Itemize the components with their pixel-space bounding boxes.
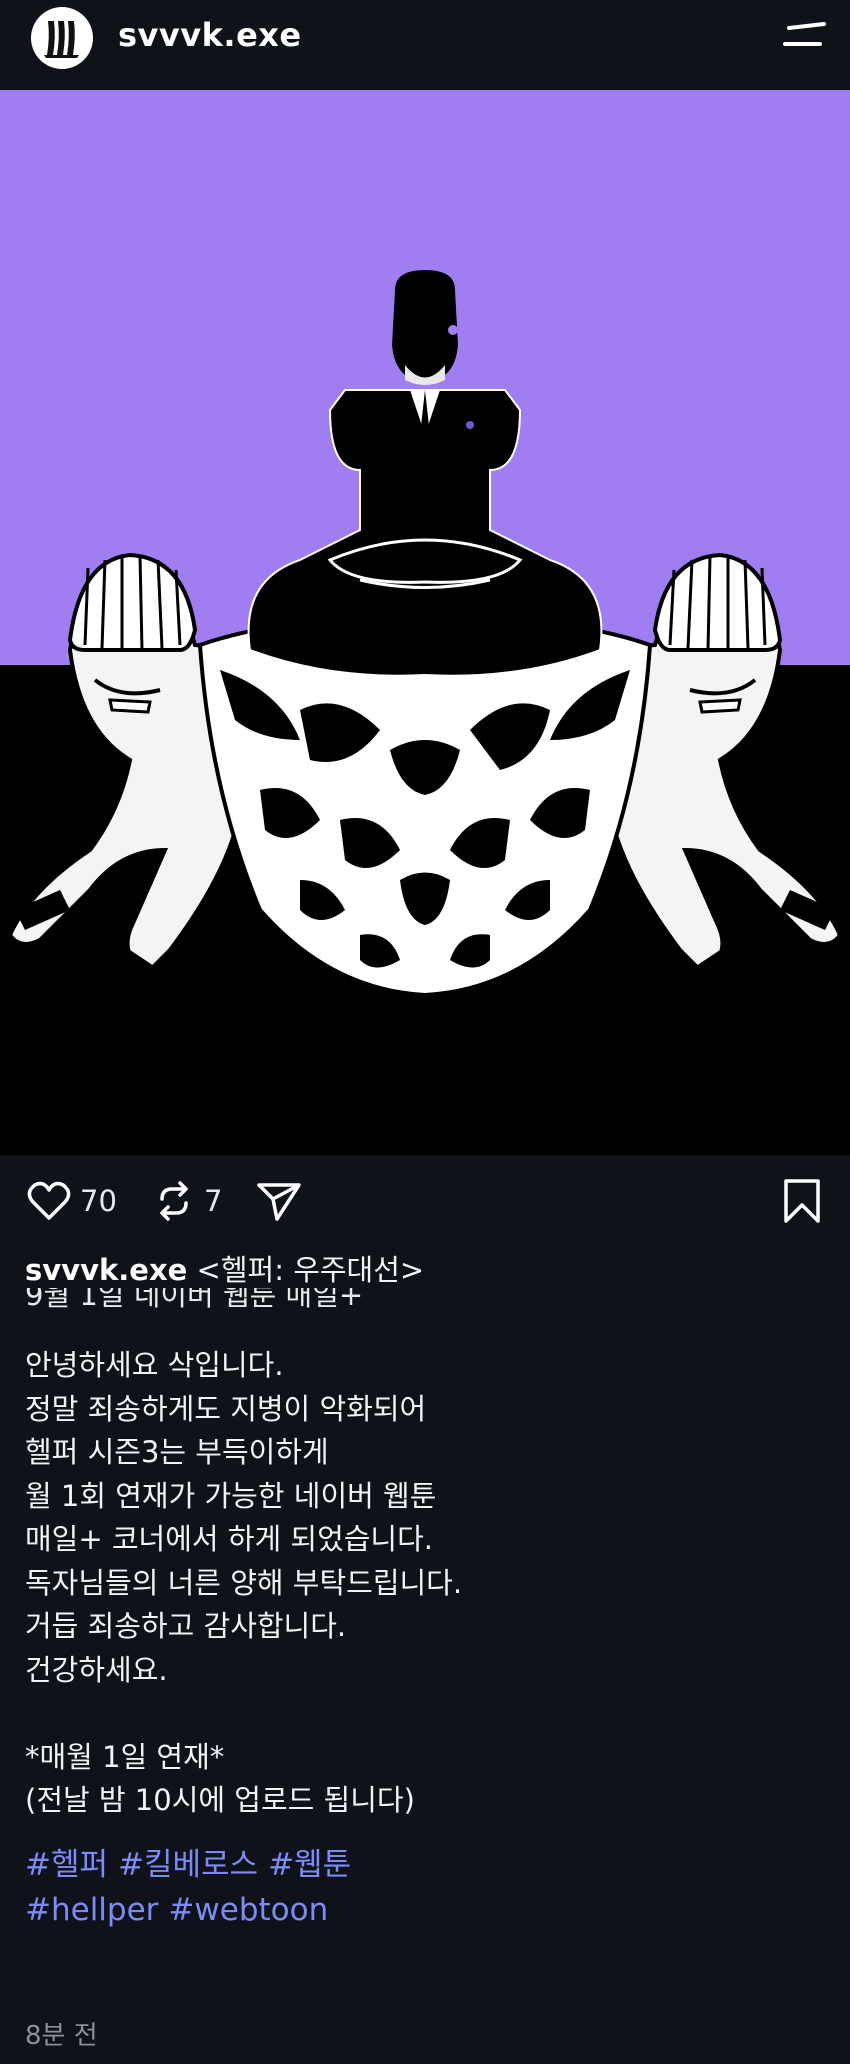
hashtag-link[interactable]: #킬베로스 — [118, 1847, 258, 1883]
like-button[interactable]: 70 — [26, 1170, 117, 1232]
menu-button[interactable] — [780, 18, 830, 58]
caption-title: <헬퍼: 우주대선> — [196, 1253, 425, 1287]
heart-icon — [27, 1181, 71, 1220]
caption-header: svvvk.exe <헬퍼: 우주대선> — [25, 1250, 825, 1290]
bookmark-button[interactable] — [780, 1170, 824, 1232]
hashtag-row: #hellper #webtoon — [25, 1888, 825, 1933]
caption-line: 정말 죄송하게도 지병이 악화되어 — [25, 1391, 427, 1426]
bookmark-icon — [784, 1179, 820, 1223]
avatar[interactable] — [31, 7, 93, 69]
schedule-line: (전날 밤 10시에 업로드 됩니다) — [25, 1783, 415, 1817]
hashtag-link[interactable]: #webtoon — [168, 1892, 328, 1928]
repost-button[interactable]: 7 — [152, 1170, 222, 1232]
hashtag-link[interactable]: #hellper — [25, 1892, 158, 1928]
hashtag-link[interactable]: #웹툰 — [268, 1847, 351, 1883]
schedule-line: *매월 1일 연재* — [25, 1739, 225, 1774]
hashtag-link[interactable]: #헬퍼 — [25, 1847, 108, 1883]
repost-count: 7 — [204, 1184, 223, 1218]
post-caption: svvvk.exe <헬퍼: 우주대선> 9월 1일 네이버 웹툰 매일+ 안녕… — [25, 1250, 825, 1933]
share-button[interactable] — [255, 1170, 303, 1232]
repost-icon — [160, 1181, 188, 1221]
caption-line: 거듭 죄송하고 감사합니다. — [25, 1609, 347, 1643]
post-timestamp: 8분 전 — [25, 2021, 98, 2051]
caption-username[interactable]: svvvk.exe — [25, 1253, 187, 1287]
caption-subtitle: 9월 1일 네이버 웹툰 매일+ — [25, 1288, 825, 1318]
caption-line: 매일+ 코너에서 하게 되었습니다. — [25, 1522, 434, 1556]
like-count: 70 — [80, 1184, 117, 1218]
caption-body: 안녕하세요 삭입니다. 정말 죄송하게도 지병이 악화되어 헬퍼 시즌3는 부득… — [25, 1344, 825, 1823]
send-icon — [257, 1183, 301, 1221]
top-bar: svvvk.exe — [0, 0, 850, 90]
hashtags: #헬퍼 #킬베로스 #웹툰 #hellper #webtoon — [25, 1843, 825, 1933]
hashtag-row: #헬퍼 #킬베로스 #웹툰 — [25, 1843, 825, 1888]
caption-line: 헬퍼 시즌3는 부득이하게 — [25, 1435, 329, 1469]
profile-username[interactable]: svvvk.exe — [118, 16, 302, 54]
post-image[interactable] — [0, 90, 850, 1155]
caption-line: 독자님들의 너른 양해 부탁드립니다. — [25, 1565, 463, 1600]
post-actions: 70 7 — [0, 1170, 850, 1232]
caption-line: 안녕하세요 삭입니다. — [25, 1348, 284, 1382]
caption-line: 월 1회 연재가 가능한 네이버 웹툰 — [25, 1478, 437, 1513]
caption-line: 건강하세요. — [25, 1652, 168, 1687]
hamburger-icon — [783, 22, 826, 46]
caption-subtitle-text: 9월 1일 네이버 웹툰 매일+ — [25, 1288, 364, 1312]
